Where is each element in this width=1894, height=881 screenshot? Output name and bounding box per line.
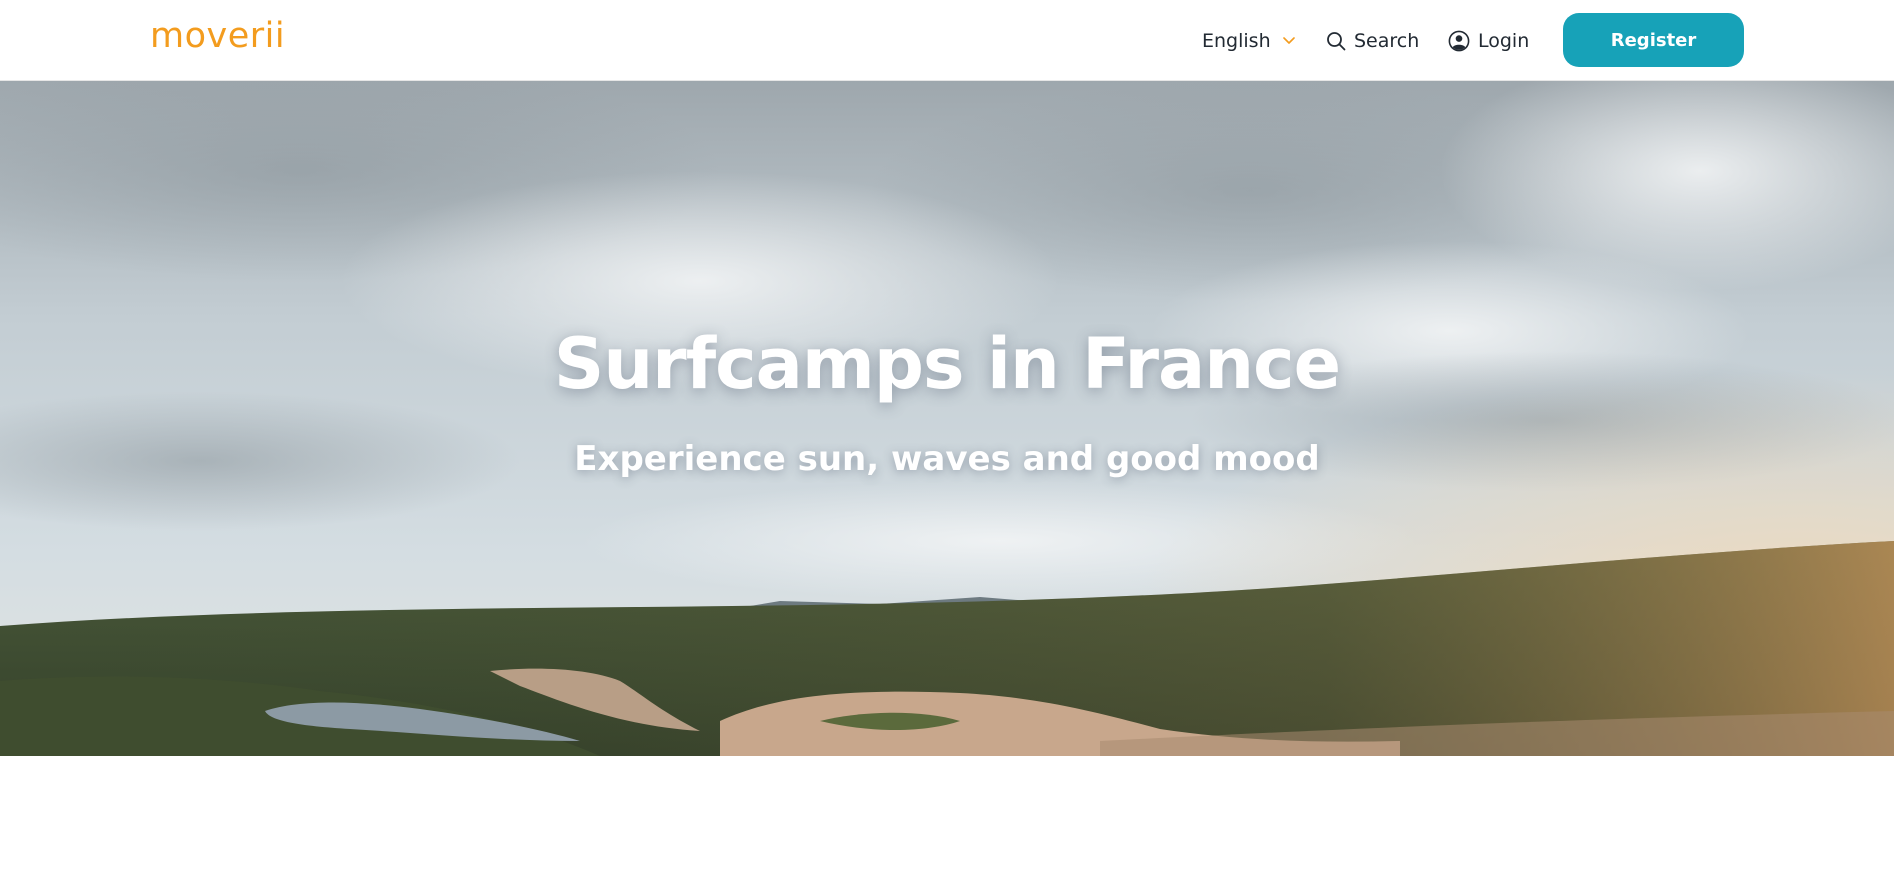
- login-label: Login: [1478, 29, 1530, 52]
- top-navigation-bar: moverii English Search Login Register: [0, 0, 1894, 81]
- hero-banner: Surfcamps in France Experience sun, wave…: [0, 81, 1894, 756]
- chevron-down-icon: [1282, 36, 1295, 45]
- hero-landscape-image: [0, 81, 1894, 756]
- language-selector[interactable]: English: [1202, 0, 1295, 81]
- search-link[interactable]: Search: [1326, 0, 1419, 81]
- register-button[interactable]: Register: [1563, 13, 1744, 67]
- login-link[interactable]: Login: [1448, 0, 1529, 81]
- search-icon: [1326, 31, 1346, 51]
- user-circle-icon: [1448, 30, 1470, 52]
- hero-subtitle: Experience sun, waves and good mood: [574, 439, 1320, 479]
- hero-title: Surfcamps in France: [553, 323, 1341, 405]
- language-label: English: [1202, 29, 1271, 52]
- logo-text: moverii: [150, 16, 286, 56]
- search-label: Search: [1354, 29, 1420, 52]
- moverii-logo[interactable]: moverii: [150, 19, 285, 54]
